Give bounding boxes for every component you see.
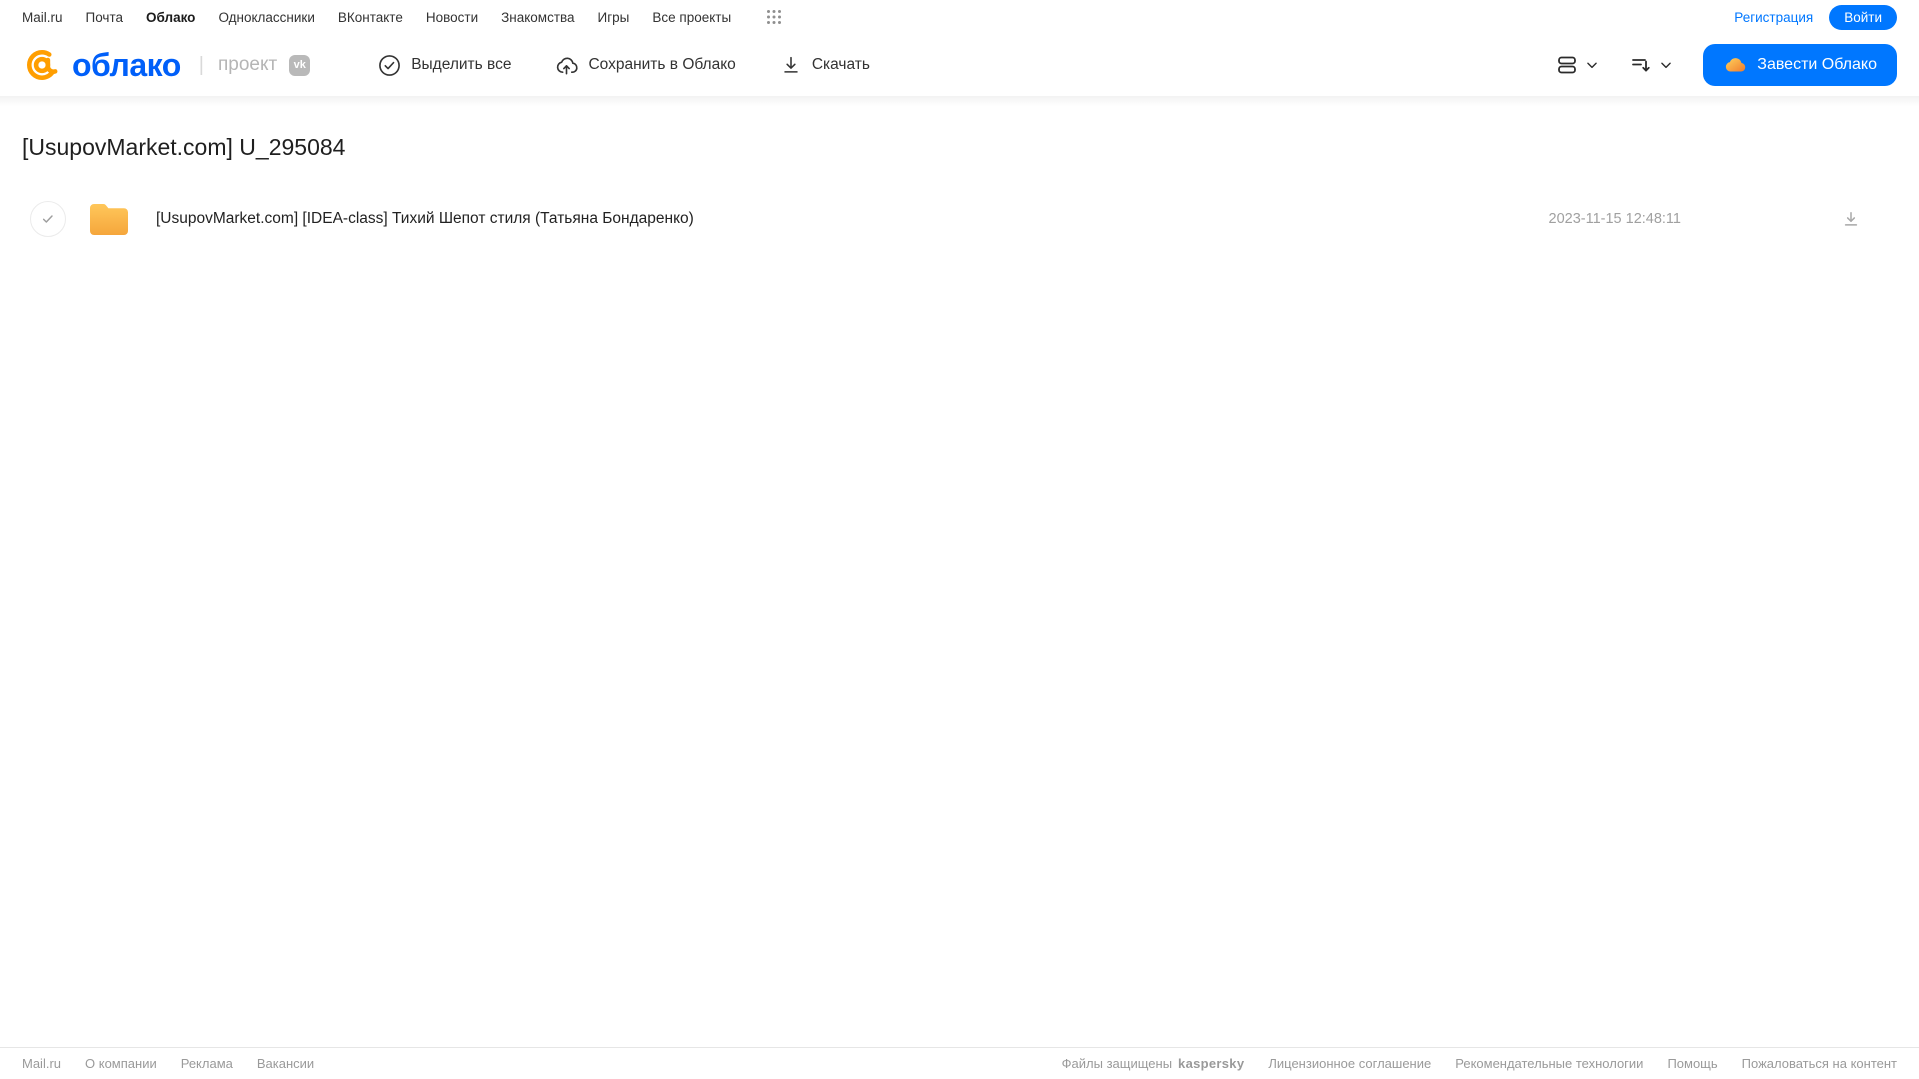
cloud-logo[interactable]: облако | проект vk	[22, 45, 311, 85]
get-cloud-label: Завести Облако	[1757, 56, 1877, 73]
file-list: [UsupovMarket.com] [IDEA-class] Тихий Ше…	[22, 191, 1897, 247]
footer-right-links: Файлы защищены kaspersky Лицензионное со…	[1062, 1056, 1897, 1071]
logo-project-label: проект	[217, 54, 278, 75]
view-list-icon	[1555, 53, 1579, 77]
check-circle-icon	[378, 54, 401, 77]
footer-link-jobs[interactable]: Вакансии	[257, 1056, 314, 1071]
file-row[interactable]: [UsupovMarket.com] [IDEA-class] Тихий Ше…	[22, 191, 1897, 247]
kaspersky-protected: Файлы защищены kaspersky	[1062, 1056, 1245, 1071]
cloud-upload-icon	[555, 54, 579, 77]
protected-label: Файлы защищены	[1061, 1056, 1173, 1071]
nav-item-vse-proekty[interactable]: Все проекты	[652, 10, 731, 25]
row-download-button[interactable]	[1841, 209, 1861, 229]
footer-link-license[interactable]: Лицензионное соглашение	[1268, 1056, 1431, 1071]
cloud-icon	[1723, 53, 1747, 77]
footer-link-mailru[interactable]: Mail.ru	[22, 1056, 61, 1071]
login-button[interactable]: Войти	[1829, 4, 1897, 30]
save-to-cloud-label: Сохранить в Облако	[588, 56, 736, 73]
select-all-button[interactable]: Выделить все	[378, 54, 511, 77]
footer-link-ads[interactable]: Реклама	[181, 1056, 233, 1071]
cloud-logo-text: облако	[72, 47, 181, 83]
file-modified-date: 2023-11-15 12:48:11	[1548, 211, 1682, 227]
nav-item-vkontakte[interactable]: ВКонтакте	[338, 10, 403, 25]
registration-link[interactable]: Регистрация	[1734, 10, 1813, 25]
view-mode-dropdown[interactable]	[1555, 53, 1599, 77]
nav-item-novosti[interactable]: Новости	[426, 10, 478, 25]
nav-item-pochta[interactable]: Почта	[86, 10, 124, 25]
download-button[interactable]: Скачать	[780, 54, 870, 76]
kaspersky-logo[interactable]: kaspersky	[1178, 1056, 1244, 1071]
nav-item-odnoklassniki[interactable]: Одноклассники	[218, 10, 314, 25]
portal-links: Mail.ru Почта Облако Одноклассники ВКонт…	[22, 9, 782, 25]
chevron-down-icon	[1659, 58, 1673, 72]
footer-link-report[interactable]: Пожаловаться на контент	[1742, 1056, 1897, 1071]
portal-navbar: Mail.ru Почта Облако Одноклассники ВКонт…	[0, 0, 1919, 34]
sort-dropdown[interactable]	[1629, 53, 1673, 77]
get-cloud-button[interactable]: Завести Облако	[1703, 44, 1897, 86]
page-title: [UsupovMarket.com] U_295084	[22, 134, 346, 160]
select-all-label: Выделить все	[411, 56, 512, 73]
apps-grid-icon[interactable]	[766, 9, 782, 25]
download-label: Скачать	[811, 56, 870, 73]
nav-item-oblako[interactable]: Облако	[146, 10, 195, 25]
nav-item-znakomstva[interactable]: Знакомства	[501, 10, 574, 25]
nav-item-igry[interactable]: Игры	[598, 10, 630, 25]
sort-icon	[1629, 53, 1653, 77]
header-right-controls: Завести Облако	[1555, 44, 1897, 86]
download-icon	[780, 54, 802, 76]
main-content: [UsupovMarket.com] U_295084 [UsupovMarke…	[0, 134, 1919, 247]
footer-left-links: Mail.ru О компании Реклама Вакансии	[22, 1056, 314, 1071]
file-name-link[interactable]: [UsupovMarket.com] [IDEA-class] Тихий Ше…	[156, 210, 1549, 228]
footer-link-recommendations[interactable]: Рекомендательные технологии	[1455, 1056, 1643, 1071]
file-toolbar: Выделить все Сохранить в Облако Скачать	[378, 54, 870, 77]
chevron-down-icon	[1585, 58, 1599, 72]
footer-link-help[interactable]: Помощь	[1667, 1056, 1717, 1071]
app-header: облако | проект vk Выделить все Сохранит…	[0, 34, 1919, 106]
mailru-at-icon	[22, 45, 62, 85]
save-to-cloud-button[interactable]: Сохранить в Облако	[555, 54, 736, 77]
vk-badge-icon: vk	[289, 54, 311, 76]
footer: Mail.ru О компании Реклама Вакансии Файл…	[0, 1047, 1919, 1079]
row-checkbox[interactable]	[30, 201, 66, 237]
nav-item-mailru[interactable]: Mail.ru	[22, 10, 63, 25]
logo-divider: |	[198, 53, 204, 76]
folder-icon	[86, 199, 132, 239]
footer-link-company[interactable]: О компании	[85, 1056, 157, 1071]
portal-auth: Регистрация Войти	[1734, 4, 1897, 30]
